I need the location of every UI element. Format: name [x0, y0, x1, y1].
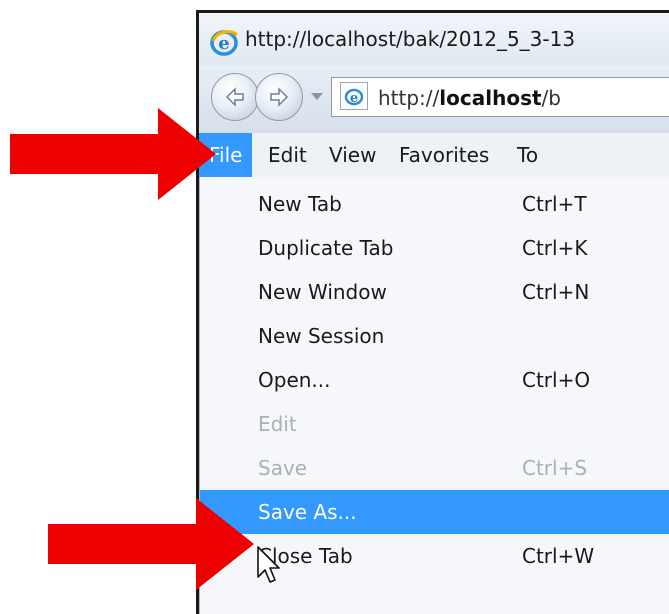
- menu-item-new-window[interactable]: New Window Ctrl+N: [200, 270, 669, 314]
- mouse-pointer-icon: [257, 546, 280, 583]
- screenshot-stage: e http://localhost/bak/2012_5_3-13 e htt…: [0, 0, 669, 614]
- menu-item-edit: Edit: [258, 412, 297, 436]
- menu-bar: File Edit View Favorites To: [199, 133, 669, 178]
- red-arrow-icon: [10, 108, 216, 200]
- back-button[interactable]: [211, 73, 259, 121]
- menu-item-save: Save Ctrl+S: [258, 456, 588, 480]
- address-url[interactable]: http://localhost/b: [378, 86, 561, 110]
- ie-page-icon: e: [340, 82, 368, 110]
- menu-tools[interactable]: To: [517, 133, 538, 177]
- browser-window: e http://localhost/bak/2012_5_3-13 e htt…: [196, 10, 669, 614]
- window-title: http://localhost/bak/2012_5_3-13: [245, 27, 576, 51]
- red-arrow-icon: [48, 498, 254, 590]
- menu-item-duplicate-tab[interactable]: Duplicate Tab Ctrl+K: [200, 226, 669, 270]
- menu-item-save-as[interactable]: Save As...: [200, 490, 669, 534]
- recent-pages-dropdown-icon[interactable]: [311, 93, 323, 100]
- navigation-bar: e http://localhost/b: [199, 65, 669, 134]
- address-bar[interactable]: e http://localhost/b: [331, 77, 669, 117]
- forward-arrow-icon: [270, 87, 289, 107]
- menu-item-open[interactable]: Open... Ctrl+O: [200, 358, 669, 402]
- forward-button[interactable]: [255, 73, 303, 121]
- ie-logo-icon: e: [210, 30, 239, 56]
- menu-favorites[interactable]: Favorites: [399, 133, 489, 177]
- menu-view[interactable]: View: [329, 133, 376, 177]
- svg-text:e: e: [350, 91, 358, 106]
- menu-item-new-session[interactable]: New Session: [200, 314, 669, 358]
- menu-edit[interactable]: Edit: [268, 133, 307, 177]
- menu-item-new-tab[interactable]: New Tab Ctrl+T: [200, 182, 669, 226]
- back-arrow-icon: [225, 87, 244, 107]
- title-bar: e http://localhost/bak/2012_5_3-13: [199, 13, 669, 65]
- svg-text:e: e: [218, 33, 229, 54]
